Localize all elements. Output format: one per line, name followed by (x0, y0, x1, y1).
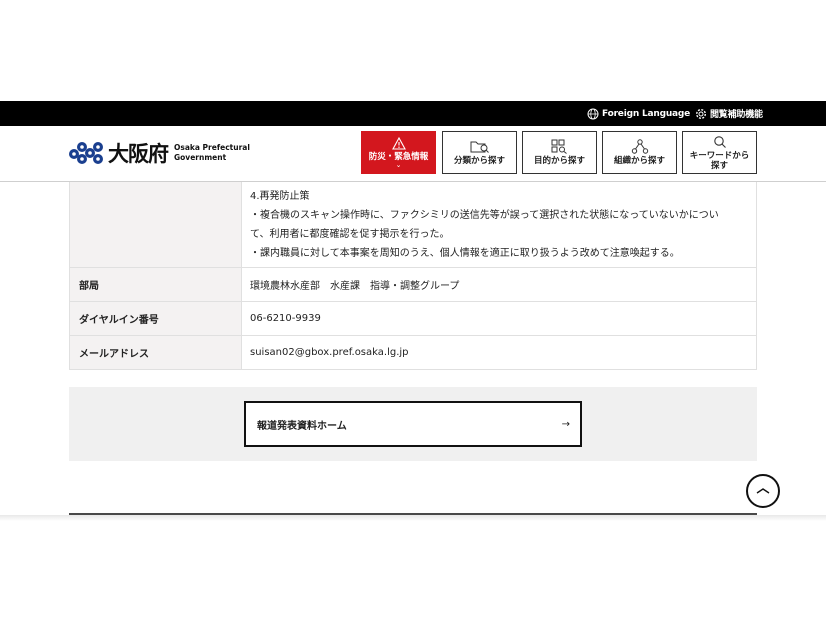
table-row: ダイヤルイン番号 06-6210-9939 (70, 302, 756, 336)
table-row: メールアドレス suisan02@gbox.pref.osaka.lg.jp (70, 336, 756, 370)
org-chart-icon (631, 139, 648, 154)
logo-english-line1: Osaka Prefectural (174, 143, 250, 152)
press-release-info-table: 4.再発防止策 ・複合機のスキャン操作時に、ファクシミリの送信先等が誤って選択さ… (69, 182, 757, 370)
chevron-up-icon (756, 488, 770, 494)
organization-search-button[interactable]: 組織から探す (602, 131, 677, 174)
dial-in-label: ダイヤルイン番号 (70, 302, 242, 335)
measures-line-3: ・課内職員に対して本事案を周知のうえ、個人情報を適正に取り扱うよう改めて注意喚起… (250, 248, 680, 259)
table-row-measures: 4.再発防止策 ・複合機のスキャン操作時に、ファクシミリの送信先等が誤って選択さ… (70, 182, 756, 268)
keyword-search-label-line2: 探す (710, 160, 728, 171)
keyword-search-label-line1: キーワードから (689, 150, 750, 161)
keyword-search-label: キーワードから 探す (690, 151, 750, 171)
foreign-language-label: Foreign Language (602, 108, 691, 119)
logo-japanese-text: 大阪府 (108, 141, 169, 166)
foreign-language-link[interactable]: Foreign Language (587, 101, 690, 126)
globe-icon (587, 108, 599, 119)
warning-icon (391, 137, 406, 150)
grid-search-icon (551, 139, 567, 154)
purpose-search-button[interactable]: 目的から探す (522, 131, 597, 174)
gear-icon (695, 108, 707, 119)
email-label: メールアドレス (70, 336, 242, 369)
table-row: 部局 環境農林水産部 水産課 指導・調整グループ (70, 268, 756, 302)
press-release-home-section: 報道発表資料ホーム → (69, 387, 757, 461)
category-search-label: 分類から探す (453, 156, 505, 166)
measures-line-1: ・複合機のスキャン操作時に、ファクシミリの送信先等が誤って選択された状態になって… (250, 210, 719, 221)
accessibility-link[interactable]: 閲覧補助機能 (695, 101, 763, 126)
emergency-info-button[interactable]: 防災・緊急情報 ⌄ (361, 131, 436, 174)
folder-search-icon (470, 141, 489, 153)
measures-line-2: て、利用者に都度確認を促す掲示を行った。 (250, 229, 450, 240)
arrow-right-icon: → (561, 418, 570, 430)
press-release-home-label: 報道発表資料ホーム (257, 420, 347, 432)
department-label: 部局 (70, 268, 242, 301)
osaka-emblem-icon (69, 142, 103, 164)
table-header-cell-empty (70, 182, 242, 267)
category-search-button[interactable]: 分類から探す (442, 131, 517, 174)
dial-in-value: 06-6210-9939 (250, 313, 321, 324)
keyword-search-button[interactable]: キーワードから 探す (682, 131, 757, 174)
footer-shadow (0, 515, 826, 521)
email-value: suisan02@gbox.pref.osaka.lg.jp (250, 347, 409, 358)
page-top-button[interactable] (746, 474, 780, 508)
organization-search-label: 組織から探す (613, 156, 665, 166)
logo-english-line2: Government (174, 153, 227, 162)
press-release-home-button[interactable]: 報道発表資料ホーム → (244, 401, 582, 447)
search-icon (713, 135, 726, 148)
site-logo[interactable]: 大阪府 Osaka Prefectural Government (68, 139, 250, 167)
chevron-down-icon: ⌄ (395, 161, 402, 169)
top-utility-bar: Foreign Language 閲覧補助機能 (0, 101, 826, 126)
purpose-search-label: 目的から探す (533, 156, 585, 166)
department-value: 環境農林水産部 水産課 指導・調整グループ (250, 281, 460, 292)
logo-english-text: Osaka Prefectural Government (174, 143, 250, 163)
measures-heading: 4.再発防止策 (250, 191, 310, 202)
measures-cell: 4.再発防止策 ・複合機のスキャン操作時に、ファクシミリの送信先等が誤って選択さ… (242, 182, 756, 267)
accessibility-label: 閲覧補助機能 (710, 110, 763, 120)
site-header: 大阪府 Osaka Prefectural Government 防災・緊急情報… (0, 126, 826, 182)
